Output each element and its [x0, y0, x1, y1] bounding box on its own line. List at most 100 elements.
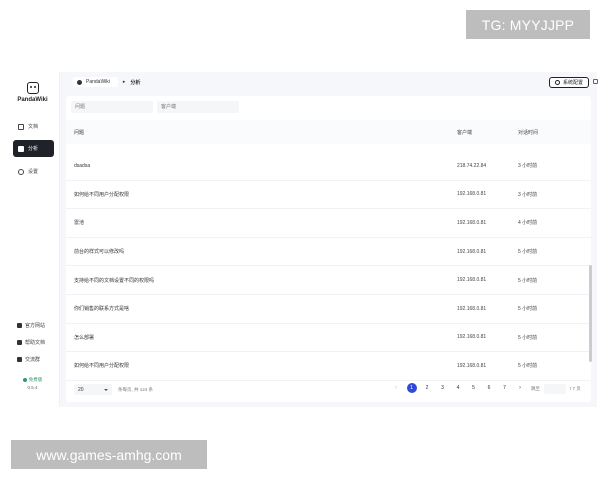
page-size-value: 20 — [78, 386, 84, 393]
page-size-select[interactable]: 20 — [74, 384, 112, 395]
page-button-2[interactable]: 2 — [422, 383, 432, 393]
official-site-link[interactable]: 官方网站 — [17, 322, 45, 329]
breadcrumb-current: 分析 — [130, 79, 141, 86]
gear-icon — [18, 168, 24, 175]
page-button-5[interactable]: 5 — [469, 383, 479, 393]
prev-page-icon[interactable]: ‹ — [391, 383, 401, 393]
help-docs-link[interactable]: 帮助文档 — [17, 339, 45, 346]
goto-page-input[interactable] — [544, 384, 566, 394]
page-button-3[interactable]: 3 — [438, 383, 448, 393]
help-icon — [17, 340, 22, 345]
cell-time: 5 小时前 — [518, 334, 538, 341]
cell-question: 如何给不同用户分配权限 — [74, 363, 130, 370]
version-info: 免费版 0.5.4 — [5, 377, 60, 390]
watermark-bottom: www.games-amhg.com — [11, 440, 207, 469]
page-size-info: 条每页, 共 124 条 — [118, 387, 154, 392]
table-row[interactable]: dsadsa 218.74.22.84 3 小时前 — [66, 152, 591, 181]
sidebar-item-label: 文档 — [28, 124, 39, 130]
logout-icon[interactable] — [593, 79, 598, 84]
cell-time: 4 小时前 — [518, 220, 538, 227]
cell-time: 5 小时前 — [518, 249, 538, 256]
cell-time: 5 小时前 — [518, 277, 538, 284]
top-bar: PandaWiki ▸ 分析 系统配置 — [60, 72, 598, 92]
app-name: PandaWiki — [17, 97, 48, 103]
edition-badge: 免费版 — [22, 377, 43, 383]
sidebar-item-label: 分析 — [28, 146, 39, 152]
chart-icon — [18, 145, 24, 152]
version-number: 0.5.4 — [27, 385, 38, 390]
table-row[interactable]: 怎么部署 192.168.0.81 5 小时前 — [66, 324, 591, 353]
column-header-question: 问题 — [74, 129, 85, 136]
table-header: 问题 客户端 对话时间 — [66, 120, 591, 144]
table-row[interactable]: 前台的样式可以修改吗 192.168.0.81 5 小时前 — [66, 238, 591, 267]
column-header-time: 对话时间 — [518, 129, 539, 136]
cell-time: 3 小时前 — [518, 191, 538, 198]
page-button-6[interactable]: 6 — [484, 383, 494, 393]
cell-client: 218.74.22.84 — [457, 162, 487, 169]
main-content: PandaWiki ▸ 分析 系统配置 问题 客户端 问题 客户端 对话时间 d… — [60, 72, 598, 407]
conversation-table: 问题 客户端 对话时间 dsadsa 218.74.22.84 3 小时前 如何… — [66, 120, 591, 381]
sidebar-item-analytics[interactable]: 分析 — [13, 140, 54, 157]
column-header-client: 客户端 — [457, 129, 473, 136]
cell-question: 如何给不同用户分配权限 — [74, 191, 130, 198]
cell-client: 192.168.0.81 — [457, 305, 487, 312]
cell-time: 5 小时前 — [518, 363, 538, 370]
cell-client: 192.168.0.81 — [457, 219, 487, 226]
table-row[interactable]: 你们销售的联系方式是啥 192.168.0.81 5 小时前 — [66, 295, 591, 324]
page-button-1[interactable]: 1 — [406, 383, 417, 393]
sidebar-item-settings[interactable]: 设置 — [13, 163, 54, 180]
cell-client: 192.168.0.81 — [457, 277, 487, 284]
cell-question: 怎么部署 — [74, 334, 95, 341]
cell-time: 5 小时前 — [518, 306, 538, 313]
system-settings-label: 系统配置 — [562, 80, 583, 86]
link-label: 交流群 — [25, 357, 41, 363]
screen: PandaWiki 文档 分析 设置 官方网站 帮助文档 交流群 免费版 0.5… — [0, 0, 600, 480]
app-window: PandaWiki 文档 分析 设置 官方网站 帮助文档 交流群 免费版 0.5… — [5, 72, 598, 407]
breadcrumb-home-label: PandaWiki — [86, 79, 110, 85]
next-page-icon[interactable]: › — [515, 383, 525, 393]
goto-label: 跳至 — [531, 386, 540, 391]
cell-time: 3 小时前 — [518, 163, 538, 170]
breadcrumb-home[interactable]: PandaWiki — [73, 77, 118, 87]
table-row[interactable]: 如何给不同用户分配权限 192.168.0.81 5 小时前 — [66, 352, 591, 381]
table-row[interactable]: 如何给不同用户分配权限 192.168.0.81 3 小时前 — [66, 181, 591, 210]
globe-icon — [17, 323, 22, 328]
row-spacer — [66, 144, 591, 152]
sidebar-item-docs[interactable]: 文档 — [13, 118, 54, 135]
system-settings-button[interactable]: 系统配置 — [548, 77, 589, 88]
group-icon — [17, 357, 22, 362]
table-row[interactable]: 雷池 192.168.0.81 4 小时前 — [66, 209, 591, 238]
edition-dot-icon — [22, 378, 27, 382]
question-filter-input[interactable] — [71, 101, 153, 113]
home-icon — [77, 79, 82, 85]
table-row[interactable]: 支持给不同的文档设置不同的权限吗 192.168.0.81 5 小时前 — [66, 266, 591, 295]
link-label: 帮助文档 — [25, 340, 46, 346]
cell-client: 192.168.0.81 — [457, 191, 487, 198]
panda-logo-icon — [26, 82, 39, 94]
client-filter-input[interactable] — [157, 101, 239, 113]
cell-client: 192.168.0.81 — [457, 334, 487, 341]
document-icon — [18, 123, 24, 130]
page-button-4[interactable]: 4 — [453, 383, 463, 393]
cell-client: 192.168.0.81 — [457, 248, 487, 255]
breadcrumb-separator: ▸ — [122, 79, 126, 85]
cell-question: 你们销售的联系方式是啥 — [74, 306, 130, 313]
sidebar-item-label: 设置 — [28, 169, 39, 175]
page-button-7[interactable]: 7 — [500, 383, 510, 393]
app-logo[interactable]: PandaWiki — [5, 82, 60, 103]
filter-bar — [71, 101, 239, 113]
sidebar: PandaWiki 文档 分析 设置 官方网站 帮助文档 交流群 免费版 0.5… — [5, 72, 60, 407]
cell-question: 雷池 — [74, 220, 85, 227]
total-pages-label: / 7 页 — [570, 386, 581, 391]
page-scrollbar[interactable] — [589, 265, 592, 362]
watermark-top: TG: MYYJJPP — [466, 10, 590, 39]
community-group-link[interactable]: 交流群 — [17, 356, 40, 363]
cell-question: dsadsa — [74, 162, 91, 169]
edition-label: 免费版 — [28, 377, 43, 382]
cell-client: 192.168.0.81 — [457, 362, 487, 369]
cell-question: 支持给不同的文档设置不同的权限吗 — [74, 277, 155, 284]
analytics-panel: 问题 客户端 对话时间 dsadsa 218.74.22.84 3 小时前 如何… — [66, 96, 591, 402]
goto-page: 跳至 / 7 页 — [531, 384, 581, 394]
cell-question: 前台的样式可以修改吗 — [74, 249, 125, 256]
chevron-down-icon — [104, 388, 108, 391]
